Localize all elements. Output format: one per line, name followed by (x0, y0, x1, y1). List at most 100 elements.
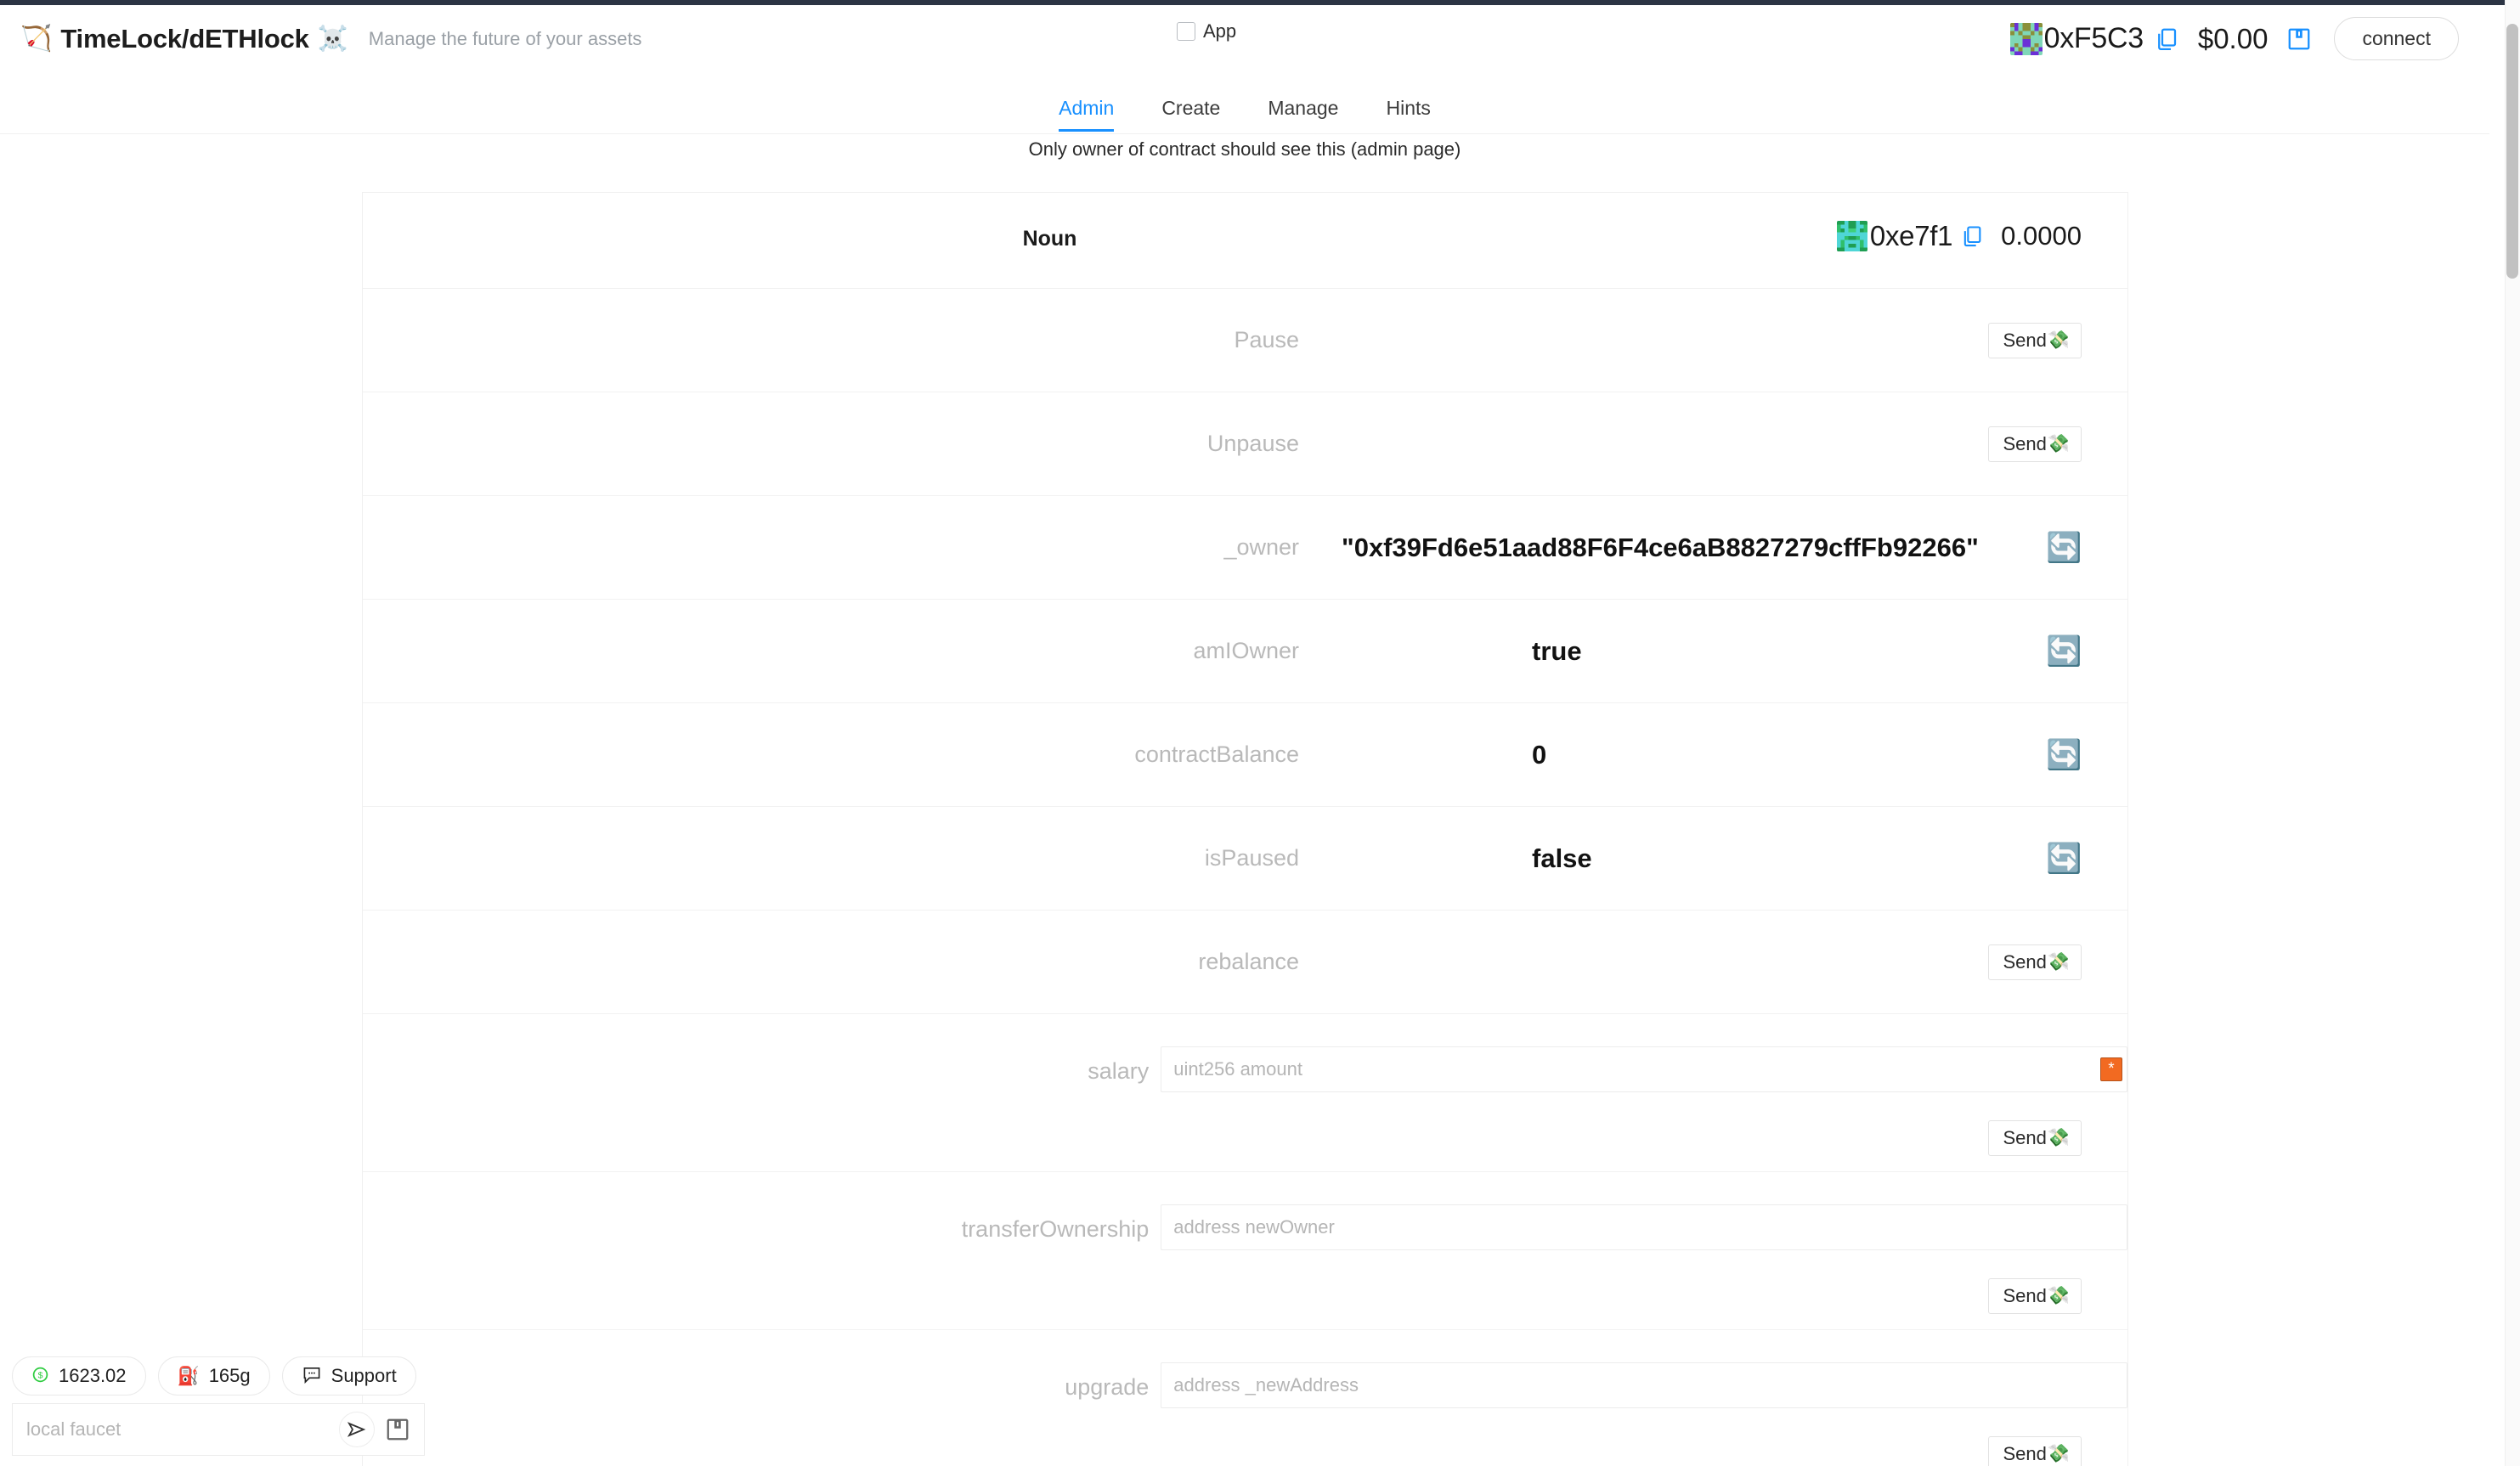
row-label-upgrade: upgrade (1065, 1374, 1150, 1400)
send-button-label: Send (2003, 432, 2047, 454)
copy-icon[interactable] (2154, 26, 2179, 52)
page-scrollbar-track[interactable] (2505, 0, 2520, 1466)
row-value-amiowner: true (1532, 635, 1582, 666)
send-arrow-icon[interactable] (339, 1412, 375, 1447)
account-area: 0xF5C3 $0.00 connect (2009, 17, 2459, 60)
local-faucet-bar (12, 1403, 425, 1456)
table-row: isPaused false 🔄 (363, 807, 2127, 911)
tab-hints[interactable]: Hints (1362, 88, 1454, 132)
bottom-left-toolbar: $ 1623.02 ⛽ 165g Support (12, 1356, 437, 1456)
send-button-label: Send (2003, 1127, 2047, 1148)
send-button-pause[interactable]: Send 💸 (1988, 322, 2082, 358)
row-label-rebalance: rebalance (1198, 949, 1299, 974)
row-action-contractbalance: 🔄 (2046, 737, 2082, 773)
transferownership-field-wrap (1161, 1204, 2127, 1250)
avatar (2009, 22, 2043, 55)
account-address[interactable]: 0xF5C3 (2044, 22, 2144, 55)
brand: 🏹 TimeLock/dETHlock ☠️ Manage the future… (20, 24, 641, 54)
copy-icon[interactable] (1960, 224, 1984, 248)
card-title: Noun (1022, 227, 1077, 251)
row-label-ispaused: isPaused (1204, 845, 1299, 871)
table-row: salary * Send 💸 (363, 1014, 2127, 1172)
app-header: 🏹 TimeLock/dETHlock ☠️ Manage the future… (0, 5, 2489, 87)
connect-button[interactable]: connect (2334, 17, 2459, 60)
table-row: transferOwnership Send 💸 (363, 1172, 2127, 1330)
fuel-pump-icon: ⛽ (177, 1366, 200, 1386)
table-row: _owner "0xf39Fd6e51aad88F6F4ce6aB8827279… (363, 496, 2127, 600)
nav-divider (0, 133, 2489, 134)
svg-text:$: $ (38, 1370, 43, 1380)
status-pill-row: $ 1623.02 ⛽ 165g Support (12, 1356, 437, 1396)
app-checkbox-label: App (1203, 20, 1237, 42)
refresh-icon[interactable]: 🔄 (2046, 841, 2082, 877)
card-header: Noun 0xe7f1 0.0000 (363, 193, 2127, 289)
account-balance: $0.00 (2197, 22, 2269, 54)
salary-input[interactable] (1161, 1046, 2127, 1092)
tab-manage[interactable]: Manage (1244, 88, 1362, 132)
contract-address[interactable]: 0xe7f1 (1870, 220, 1953, 252)
row-action-transferownership: Send 💸 (1988, 1278, 2082, 1314)
price-value: 1623.02 (59, 1365, 127, 1386)
send-button-unpause[interactable]: Send 💸 (1988, 426, 2082, 462)
row-label-pause: Pause (1234, 327, 1299, 352)
money-with-wings-icon: 💸 (2047, 951, 2070, 972)
skull-crossbones-icon: ☠️ (317, 25, 348, 53)
upgrade-field-wrap (1161, 1362, 2127, 1408)
send-button-upgrade[interactable]: Send 💸 (1988, 1436, 2082, 1466)
save-icon[interactable] (383, 1415, 412, 1444)
refresh-icon[interactable]: 🔄 (2046, 634, 2082, 669)
row-label-amiowner: amIOwner (1193, 638, 1299, 663)
send-button-label: Send (2003, 950, 2047, 973)
row-value-owner: "0xf39Fd6e51aad88F6F4ce6aB8827279cffFb92… (1342, 532, 1979, 562)
app-checkbox[interactable] (1177, 22, 1195, 41)
admin-contract-card: Noun 0xe7f1 0.0000 Pause Send 💸 Unpause … (362, 192, 2128, 1466)
tab-admin[interactable]: Admin (1035, 88, 1138, 132)
chat-bubble-icon (302, 1366, 322, 1387)
row-label-contractbalance: contractBalance (1134, 741, 1299, 767)
multiplier-button[interactable]: * (2100, 1057, 2122, 1081)
tab-create[interactable]: Create (1138, 88, 1244, 132)
avatar (1836, 221, 1867, 251)
row-value-ispaused: false (1532, 843, 1592, 873)
row-value-contractbalance: 0 (1532, 739, 1547, 770)
gas-pill[interactable]: ⛽ 165g (157, 1356, 270, 1396)
row-action-unpause: Send 💸 (1988, 426, 2082, 462)
send-button-label: Send (2003, 329, 2047, 351)
money-with-wings-icon: 💸 (2047, 1444, 2070, 1463)
row-label-salary: salary (1088, 1058, 1150, 1084)
refresh-icon[interactable]: 🔄 (2046, 737, 2082, 773)
table-row: upgrade Send 💸 (363, 1330, 2127, 1466)
table-row: Pause Send 💸 (363, 289, 2127, 392)
money-with-wings-icon: 💸 (2047, 330, 2070, 350)
dollar-circle-icon: $ (31, 1366, 49, 1387)
contract-account-area: 0xe7f1 0.0000 (1836, 220, 2082, 252)
contract-balance: 0.0000 (2001, 221, 2082, 251)
row-label-unpause: Unpause (1206, 431, 1299, 456)
support-label: Support (331, 1365, 397, 1386)
row-action-ispaused: 🔄 (2046, 841, 2082, 877)
row-action-amiowner: 🔄 (2046, 634, 2082, 669)
send-button-transferownership[interactable]: Send 💸 (1988, 1278, 2082, 1314)
main-nav: Admin Create Manage Hints (0, 88, 2489, 134)
transferownership-input[interactable] (1161, 1204, 2127, 1250)
money-with-wings-icon: 💸 (2047, 433, 2070, 454)
save-icon[interactable] (2286, 26, 2312, 52)
send-button-label: Send (2003, 1285, 2047, 1306)
table-row: amIOwner true 🔄 (363, 600, 2127, 703)
refresh-icon[interactable]: 🔄 (2046, 530, 2082, 566)
support-pill[interactable]: Support (281, 1356, 416, 1396)
row-action-salary: Send 💸 (1988, 1120, 2082, 1156)
send-button-salary[interactable]: Send 💸 (1988, 1120, 2082, 1156)
page-scrollbar-thumb[interactable] (2506, 24, 2518, 279)
upgrade-input[interactable] (1161, 1362, 2127, 1408)
salary-field-wrap: * (1161, 1046, 2127, 1092)
row-label-owner: _owner (1223, 534, 1299, 560)
price-pill[interactable]: $ 1623.02 (12, 1356, 146, 1396)
gas-value: 165g (208, 1365, 251, 1386)
row-action-upgrade: Send 💸 (1988, 1436, 2082, 1466)
send-button-rebalance[interactable]: Send 💸 (1988, 944, 2082, 980)
row-action-rebalance: Send 💸 (1988, 944, 2082, 980)
table-row: rebalance Send 💸 (363, 911, 2127, 1014)
faucet-input[interactable] (13, 1418, 339, 1441)
app-checkbox-group[interactable]: App (1177, 20, 1236, 42)
